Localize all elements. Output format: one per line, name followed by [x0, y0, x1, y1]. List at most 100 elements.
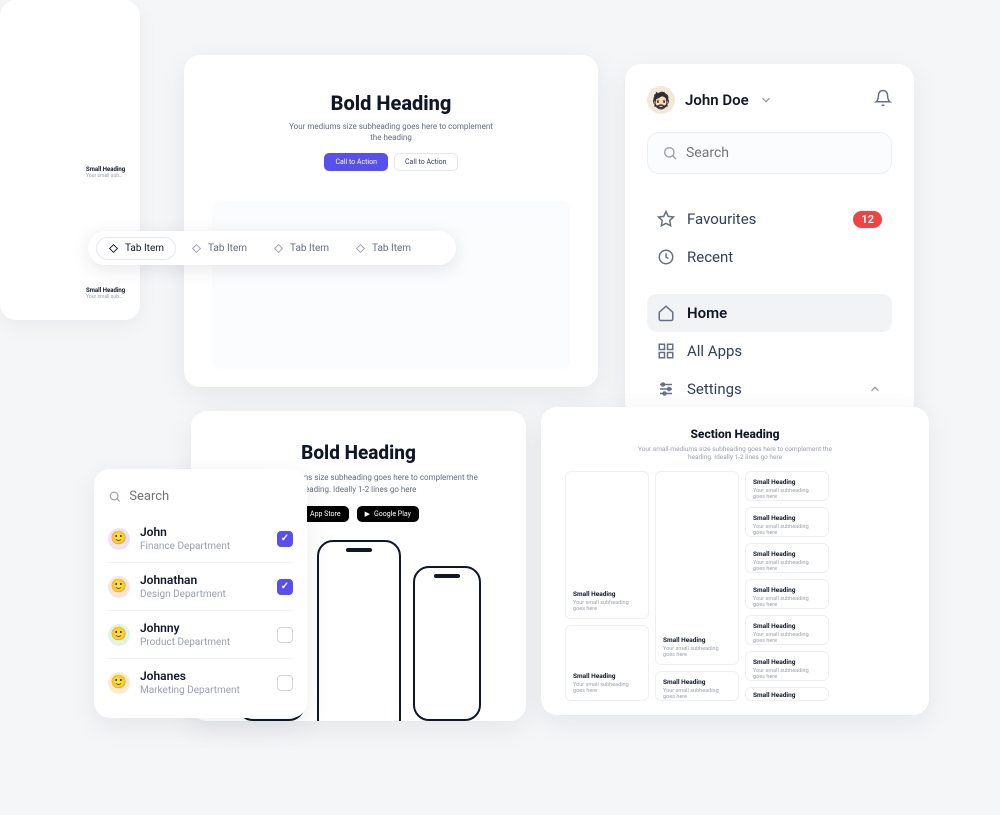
- person-checkbox[interactable]: [277, 627, 293, 643]
- person-row[interactable]: 🙂 John Finance Department: [108, 515, 293, 562]
- bento-cell: Small Heading Your small subheading goes…: [655, 671, 739, 701]
- diamond-icon: [273, 243, 284, 254]
- chevron-up-icon: [868, 382, 882, 396]
- bento-cell: Small Heading Your small subheading goes…: [745, 471, 829, 501]
- sidebar-item-settings[interactable]: Settings: [647, 370, 892, 408]
- person-name: John: [140, 525, 230, 539]
- person-name: Johnathan: [140, 573, 226, 587]
- favourites-badge: 12: [853, 211, 882, 228]
- bento-heading: Small Heading: [663, 678, 731, 686]
- tab-label: Tab Item: [208, 243, 247, 254]
- user-menu[interactable]: 🧔🏻 John Doe: [647, 86, 773, 114]
- search-icon: [108, 489, 121, 504]
- bento-sub: Your small subheading goes here: [753, 560, 821, 572]
- diamond-icon: [191, 243, 202, 254]
- bell-icon: [874, 89, 892, 107]
- bento-sub: Your small subheading goes here: [663, 646, 731, 658]
- grid-icon: [657, 342, 675, 360]
- bento-cell: Small Heading Your small subheading goes…: [745, 507, 829, 537]
- bento-heading: Small Heading: [753, 550, 821, 558]
- hero2-title: Bold Heading: [211, 441, 506, 464]
- tab-item-1[interactable]: Tab Item: [96, 237, 176, 260]
- person-dept: Finance Department: [140, 541, 230, 552]
- hero-subtitle: Your mediums size subheading goes here t…: [286, 121, 496, 143]
- sidebar-item-label: All Apps: [687, 342, 742, 360]
- bento-heading: Small Heading: [663, 636, 731, 644]
- sliders-icon: [657, 380, 675, 398]
- bento-sub: Your small subheading goes here: [753, 668, 821, 680]
- bento-sub: Your small subheading goes here: [753, 524, 821, 536]
- tab-item-4[interactable]: Tab Item: [344, 238, 422, 259]
- phone-mockup: [317, 540, 401, 721]
- avatar: 🙂: [108, 576, 130, 598]
- person-checkbox[interactable]: [277, 531, 293, 547]
- user-name: John Doe: [685, 91, 749, 109]
- sidebar-item-label: Favourites: [687, 210, 756, 228]
- chevron-down-icon: [759, 93, 773, 107]
- person-checkbox[interactable]: [277, 675, 293, 691]
- diamond-icon: [355, 243, 366, 254]
- person-dept: Product Department: [140, 637, 230, 648]
- bento-cell: Small Heading Your small subheading goes…: [745, 615, 829, 645]
- small-subheading: Your small sub…: [86, 294, 130, 300]
- bento-heading: Small Heading: [753, 514, 821, 522]
- diamond-icon: [108, 243, 119, 254]
- person-row[interactable]: 🙂 Johnny Product Department: [108, 610, 293, 658]
- small-subheading: Your small sub…: [86, 173, 130, 179]
- sidebar-item-label: Home: [687, 304, 727, 322]
- sidebar-panel: 🧔🏻 John Doe Favourites 12 Recent Home Al…: [625, 64, 914, 418]
- bento-heading: Small Heading: [753, 658, 821, 666]
- notifications-button[interactable]: [874, 89, 892, 111]
- bento-section: Section Heading Your small-mediums size …: [541, 407, 929, 715]
- bento-cell: Small Heading Your small subheading goes…: [745, 543, 829, 573]
- bento-cell: Small Heading Your small subheading goes…: [565, 625, 649, 701]
- play-icon: ▶: [365, 510, 370, 518]
- small-heading: Small Heading: [86, 287, 130, 294]
- sidebar-item-recent[interactable]: Recent: [647, 238, 892, 276]
- bento-heading: Small Heading: [573, 672, 641, 680]
- bento-sub: Your small subheading goes here: [753, 632, 821, 644]
- avatar: 🧔🏻: [647, 86, 675, 114]
- bento-sub: Your small subheading goes here: [573, 682, 641, 694]
- phone-mockup: [413, 566, 481, 721]
- tab-label: Tab Item: [290, 243, 329, 254]
- bento-sub: Your small subheading goes here: [663, 688, 731, 700]
- sidebar-search[interactable]: [647, 132, 892, 174]
- bento-sub: Your small subheading goes here: [753, 488, 821, 500]
- clock-icon: [657, 248, 675, 266]
- sidebar-item-home[interactable]: Home: [647, 294, 892, 332]
- secondary-cta-button[interactable]: Call to Action: [394, 153, 458, 171]
- sidebar-item-label: Recent: [687, 248, 733, 266]
- sidebar-search-input[interactable]: [686, 145, 877, 161]
- background-card: Small Heading Your small sub… Small Head…: [0, 0, 140, 320]
- person-name: Johnny: [140, 621, 230, 635]
- person-checkbox[interactable]: [277, 579, 293, 595]
- hero-title: Bold Heading: [212, 91, 570, 115]
- tab-item-3[interactable]: Tab Item: [262, 238, 340, 259]
- bento-cell: Small Heading Your small subheading goes…: [745, 579, 829, 609]
- person-row[interactable]: 🙂 Johanes Marketing Department: [108, 658, 293, 706]
- person-dept: Marketing Department: [140, 685, 240, 696]
- people-search[interactable]: [108, 481, 293, 511]
- bento-cell: Small Heading Your small subheading goes…: [745, 651, 829, 681]
- person-row[interactable]: 🙂 Johnathan Design Department: [108, 562, 293, 610]
- tab-item-2[interactable]: Tab Item: [180, 238, 258, 259]
- search-icon: [662, 144, 678, 162]
- bento-cell: Small Heading Your small subheading goes…: [655, 471, 739, 665]
- avatar: 🙂: [108, 672, 130, 694]
- primary-cta-button[interactable]: Call to Action: [324, 153, 388, 171]
- tab-bar: Tab Item Tab Item Tab Item Tab Item: [88, 231, 456, 265]
- bento-subtitle: Your small-mediums size subheading goes …: [635, 445, 835, 461]
- bento-cell: Small Heading Your small subheading goes…: [565, 471, 649, 619]
- home-icon: [657, 304, 675, 322]
- bento-heading: Small Heading: [753, 478, 821, 486]
- sidebar-item-all-apps[interactable]: All Apps: [647, 332, 892, 370]
- sidebar-item-favourites[interactable]: Favourites 12: [647, 200, 892, 238]
- people-search-input[interactable]: [129, 489, 293, 504]
- bento-heading: Small Heading: [753, 691, 821, 699]
- star-icon: [657, 210, 675, 228]
- google-play-button[interactable]: ▶ Google Play: [357, 506, 419, 522]
- hero-card: Bold Heading Your mediums size subheadin…: [184, 55, 598, 387]
- hero-placeholder: [212, 201, 570, 369]
- bento-title: Section Heading: [565, 427, 905, 441]
